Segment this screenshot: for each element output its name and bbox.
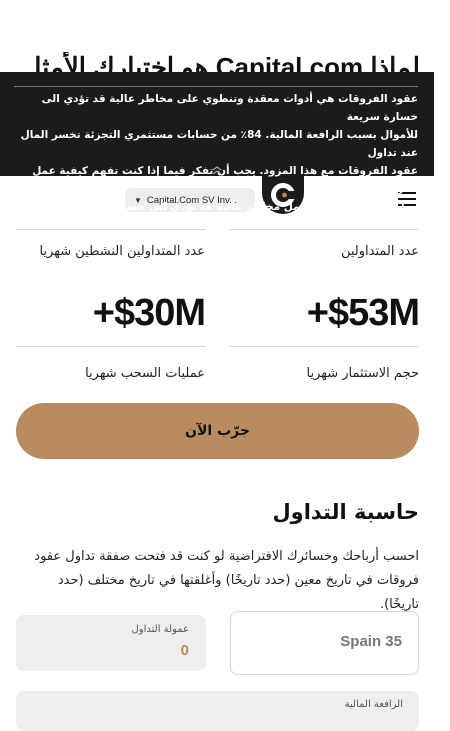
stat-label-traders: عدد المتداولين <box>340 244 419 259</box>
stat-label-active-traders: عدد المتداولين النشطين شهريا <box>39 244 205 259</box>
risk-warning-text: عقود الفروقات هي أدوات معقدة وتنطوي على … <box>14 86 418 216</box>
divider <box>16 229 206 230</box>
risk-warning-line: عقود الفروقات هي أدوات معقدة وتنطوي على … <box>41 93 418 123</box>
divider <box>230 346 419 347</box>
risk-warning-banner: عقود الفروقات هي أدوات معقدة وتنطوي على … <box>0 72 434 213</box>
calculator-description: احسب أرباحك وخسائرك الافتراضية لو كنت قد… <box>19 545 419 617</box>
stat-label-withdrawals: عمليات السحب شهريا <box>85 366 205 381</box>
asset-select[interactable]: Spain 35 <box>230 611 419 675</box>
commission-value: 0 <box>180 642 189 659</box>
try-now-button[interactable]: جرّب الآن <box>16 403 419 459</box>
leverage-field[interactable]: الرافعة المالية <box>16 691 419 731</box>
calculator-description-line: احسب أرباحك وخسائرك الافتراضية لو كنت قد… <box>34 549 419 564</box>
commission-field[interactable]: عمولة التداول 0 <box>16 615 206 671</box>
asset-value: Spain 35 <box>340 633 402 650</box>
commission-label: عمولة التداول <box>131 624 189 635</box>
leverage-label: الرافعة المالية <box>344 699 403 710</box>
calculator-description-line: فروقات في تاريخ معين (حدد تاريخًا) وأغلق… <box>57 573 419 612</box>
divider <box>230 229 419 230</box>
stat-value-withdrawals: +$30M <box>92 292 206 334</box>
double-chevron-up-icon[interactable] <box>208 166 226 176</box>
risk-warning-line: للأموال بسبب الرافعة المالية. 84٪ من حسا… <box>20 129 418 159</box>
stat-label-investment: حجم الاستثمار شهريا <box>306 366 420 381</box>
divider <box>16 346 206 347</box>
calculator-title: حاسبة التداول <box>272 500 419 524</box>
risk-warning-line: وما إذا كنت تستطيع تحمل مخاطر عالية قد ت… <box>68 201 418 213</box>
stat-value-investment: +$53M <box>306 292 420 334</box>
